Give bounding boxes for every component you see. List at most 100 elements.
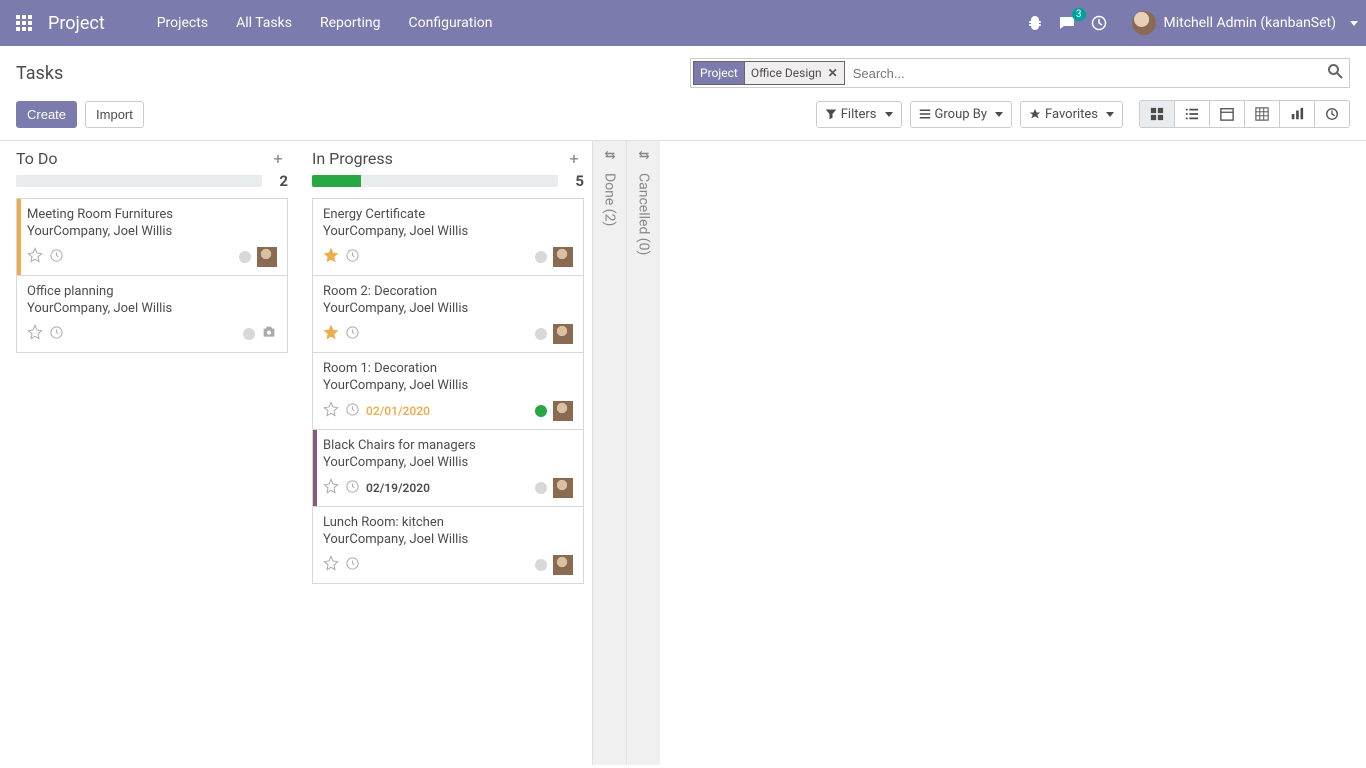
card-subtitle: YourCompany, Joel Willis	[27, 224, 277, 239]
assignee-avatar-icon[interactable]	[257, 247, 277, 267]
debug-icon[interactable]	[1026, 14, 1044, 32]
kanban-card[interactable]: Meeting Room Furnitures YourCompany, Joe…	[16, 198, 288, 276]
main-navbar: Project Projects All Tasks Reporting Con…	[0, 0, 1366, 46]
activity-clock-icon[interactable]	[345, 402, 360, 421]
kanban-card[interactable]: Black Chairs for managers YourCompany, J…	[312, 430, 584, 507]
activity-clock-icon[interactable]	[345, 325, 360, 344]
kanban-state-dot[interactable]	[535, 328, 547, 340]
create-button[interactable]: Create	[16, 101, 77, 128]
kanban-column-folded[interactable]: Done (2)	[592, 141, 626, 765]
facet-value: Office Design ✕	[744, 61, 845, 85]
card-subtitle: YourCompany, Joel Willis	[27, 301, 277, 316]
view-graph-button[interactable]	[1280, 101, 1315, 127]
kanban-state-dot[interactable]	[535, 559, 547, 571]
card-subtitle: YourCompany, Joel Willis	[323, 224, 573, 239]
kanban-state-dot[interactable]	[243, 328, 255, 340]
nav-configuration[interactable]: Configuration	[397, 9, 505, 37]
column-title[interactable]: In Progress	[312, 149, 393, 168]
priority-star-icon[interactable]	[323, 247, 339, 267]
activity-clock-icon[interactable]	[345, 248, 360, 267]
view-activity-button[interactable]	[1315, 101, 1349, 127]
apps-icon[interactable]	[8, 7, 40, 39]
view-kanban-button[interactable]	[1140, 101, 1175, 127]
user-name: Mitchell Admin (kanbanSet)	[1164, 15, 1337, 31]
group-by-dropdown[interactable]: Group By	[910, 101, 1013, 128]
favorites-label: Favorites	[1045, 107, 1098, 122]
activity-clock-icon[interactable]	[49, 325, 64, 344]
messages-icon[interactable]: 3	[1058, 14, 1076, 32]
priority-star-icon[interactable]	[323, 401, 339, 421]
activity-clock-icon[interactable]	[345, 556, 360, 575]
filters-dropdown[interactable]: Filters	[816, 101, 902, 128]
kanban-card[interactable]: Energy Certificate YourCompany, Joel Wil…	[312, 198, 584, 276]
kanban-card[interactable]: Room 2: Decoration YourCompany, Joel Wil…	[312, 276, 584, 353]
assignee-avatar-icon[interactable]	[553, 324, 573, 344]
kanban-column: To Do + 2 Meeting Room Furnitures YourCo…	[0, 141, 296, 765]
favorites-dropdown[interactable]: Favorites	[1020, 101, 1123, 128]
page-title: Tasks	[16, 63, 63, 84]
card-subtitle: YourCompany, Joel Willis	[323, 378, 573, 393]
column-progress[interactable]	[16, 175, 262, 187]
card-subtitle: YourCompany, Joel Willis	[323, 532, 573, 547]
priority-star-icon[interactable]	[323, 324, 339, 344]
card-title: Office planning	[27, 284, 277, 299]
column-add-icon[interactable]: +	[268, 149, 288, 168]
search-input[interactable]	[847, 59, 1349, 87]
assignee-avatar-icon[interactable]	[553, 401, 573, 421]
card-title: Room 1: Decoration	[323, 361, 573, 376]
camera-icon[interactable]	[261, 324, 277, 344]
messages-badge: 3	[1072, 8, 1086, 21]
card-title: Meeting Room Furnitures	[27, 207, 277, 222]
app-brand[interactable]: Project	[48, 13, 105, 34]
facet-label: Project	[693, 61, 744, 85]
folded-column-label: Done (2)	[602, 173, 618, 226]
priority-star-icon[interactable]	[27, 247, 43, 267]
kanban-card[interactable]: Office planning YourCompany, Joel Willis	[16, 276, 288, 353]
column-progress[interactable]	[312, 175, 558, 187]
kanban-state-dot[interactable]	[239, 251, 251, 263]
activity-clock-icon[interactable]	[49, 248, 64, 267]
group-by-label: Group By	[935, 107, 988, 122]
facet-remove-icon[interactable]: ✕	[828, 66, 838, 80]
caret-down-icon	[1346, 16, 1358, 31]
kanban-column-folded[interactable]: Cancelled (0)	[626, 141, 660, 765]
filters-label: Filters	[841, 107, 877, 122]
card-subtitle: YourCompany, Joel Willis	[323, 301, 573, 316]
activity-clock-icon[interactable]	[345, 479, 360, 498]
column-title[interactable]: To Do	[16, 149, 58, 168]
kanban-card[interactable]: Room 1: Decoration YourCompany, Joel Wil…	[312, 353, 584, 430]
user-avatar-icon	[1132, 11, 1156, 35]
import-button[interactable]: Import	[85, 101, 144, 128]
kanban-state-dot[interactable]	[535, 251, 547, 263]
search-box[interactable]: Project Office Design ✕	[690, 58, 1350, 88]
column-add-icon[interactable]: +	[564, 149, 584, 168]
priority-star-icon[interactable]	[27, 324, 43, 344]
column-count: 5	[566, 172, 584, 190]
cp-buttons: Create Import	[16, 101, 144, 128]
view-list-button[interactable]	[1175, 101, 1210, 127]
kanban-state-dot[interactable]	[535, 405, 547, 417]
nav-reporting[interactable]: Reporting	[308, 9, 393, 37]
card-title: Black Chairs for managers	[323, 438, 573, 453]
card-title: Energy Certificate	[323, 207, 573, 222]
card-stripe	[17, 199, 21, 275]
card-title: Room 2: Decoration	[323, 284, 573, 299]
activities-icon[interactable]	[1090, 14, 1108, 32]
view-calendar-button[interactable]	[1210, 101, 1245, 127]
card-subtitle: YourCompany, Joel Willis	[323, 455, 573, 470]
assignee-avatar-icon[interactable]	[553, 555, 573, 575]
kanban-card[interactable]: Lunch Room: kitchen YourCompany, Joel Wi…	[312, 507, 584, 584]
priority-star-icon[interactable]	[323, 555, 339, 575]
view-pivot-button[interactable]	[1245, 101, 1280, 127]
card-deadline: 02/01/2020	[366, 404, 430, 418]
kanban-state-dot[interactable]	[535, 482, 547, 494]
assignee-avatar-icon[interactable]	[553, 478, 573, 498]
user-menu[interactable]: Mitchell Admin (kanbanSet)	[1132, 11, 1359, 35]
priority-star-icon[interactable]	[323, 478, 339, 498]
nav-projects[interactable]: Projects	[145, 9, 220, 37]
card-stripe	[313, 430, 317, 506]
assignee-avatar-icon[interactable]	[553, 247, 573, 267]
nav-all-tasks[interactable]: All Tasks	[224, 9, 304, 37]
search-facet: Project Office Design ✕	[693, 61, 845, 85]
search-icon[interactable]	[1327, 63, 1343, 83]
